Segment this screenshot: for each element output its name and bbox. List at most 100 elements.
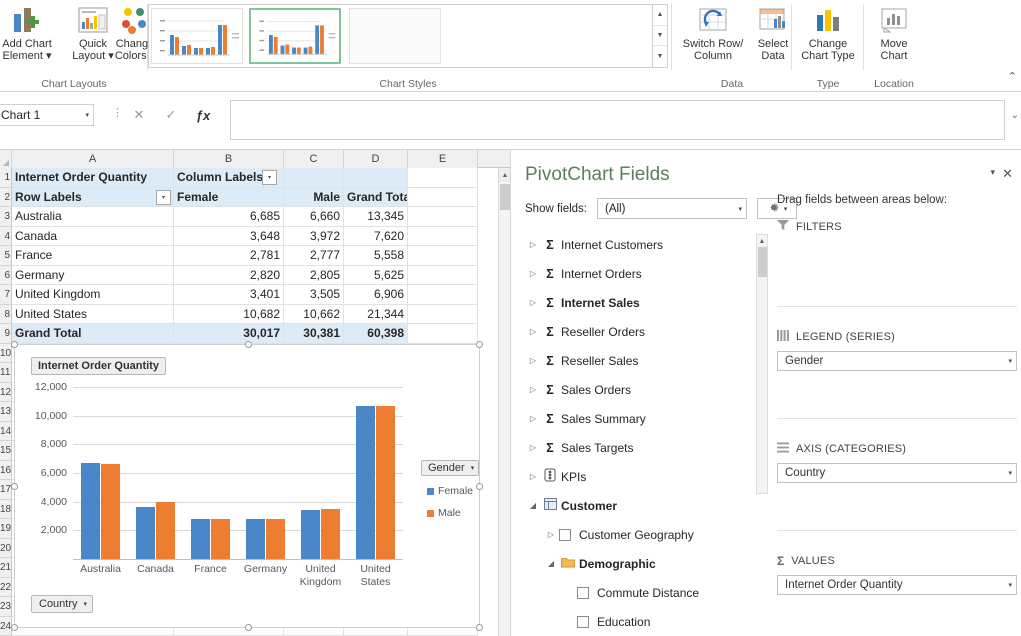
row-header-8[interactable]: 8	[0, 304, 12, 324]
pivotchart-object[interactable]: Internet Order Quantity 2,000 4,000 6,000 8…	[11, 341, 483, 631]
field-list-scroll-up-button[interactable]: ▲	[757, 235, 767, 247]
area-chip-chevron-down-icon[interactable]: ▾	[1008, 357, 1012, 365]
row-header-23[interactable]: 23	[0, 597, 12, 617]
cell-a4-label[interactable]: Canada	[12, 226, 174, 246]
cell-d5-total[interactable]: 5,558	[344, 246, 408, 266]
expand-chevron-icon[interactable]: ▷	[525, 472, 541, 481]
field-checkbox-commute-distance[interactable]	[577, 586, 589, 599]
area-chip-gender[interactable]: Gender ▾	[777, 351, 1017, 371]
chart-style-thumbnail-2-selected[interactable]	[249, 8, 341, 64]
bar-united-kingdom-female[interactable]	[300, 510, 320, 559]
chart-handle-s[interactable]	[245, 624, 252, 631]
cell-e8[interactable]	[408, 304, 478, 324]
area-dropzone-axis[interactable]: Country ▾	[777, 463, 1017, 483]
expand-chevron-icon[interactable]: ▷	[525, 356, 541, 365]
field-checkbox-customer-geography[interactable]	[559, 528, 571, 541]
chart-handle-nw[interactable]	[11, 341, 18, 348]
field-item-internet-orders[interactable]: ▷ Σ Internet Orders	[525, 259, 768, 288]
row-header-21[interactable]: 21	[0, 558, 12, 578]
expand-chevron-icon[interactable]: ▷	[525, 443, 541, 452]
chart-handle-n[interactable]	[245, 341, 252, 348]
row-header-10[interactable]: 10	[0, 343, 12, 363]
add-chart-element-button[interactable]: Add Chart Element ▾	[0, 2, 58, 70]
row-header-4[interactable]: 4	[0, 226, 12, 246]
field-item-sales-targets[interactable]: ▷ Σ Sales Targets	[525, 433, 768, 462]
expand-chevron-icon[interactable]: ▷	[525, 298, 541, 307]
area-axis[interactable]: AXIS (CATEGORIES) Country ▾	[777, 440, 1017, 483]
cell-c6-male[interactable]: 2,805	[284, 265, 344, 285]
chart-styles-scrollbar[interactable]: ▲ ▼ ▼	[652, 5, 667, 67]
bar-united-states-male[interactable]	[375, 406, 395, 559]
column-header-a[interactable]: A	[12, 150, 174, 168]
field-item-internet-customers[interactable]: ▷ Σ Internet Customers	[525, 230, 768, 259]
row-header-20[interactable]: 20	[0, 538, 12, 558]
row-header-6[interactable]: 6	[0, 265, 12, 285]
cell-e3[interactable]	[408, 207, 478, 227]
cell-a2-row-labels[interactable]: Row Labels	[12, 187, 174, 207]
cell-d2-grand-total[interactable]: Grand Total	[344, 187, 408, 207]
cell-a1-value-caption[interactable]: Internet Order Quantity	[12, 168, 174, 188]
cell-e9[interactable]	[408, 324, 478, 344]
cell-d3-total[interactable]: 13,345	[344, 207, 408, 227]
area-chip-chevron-down-icon[interactable]: ▾	[1008, 581, 1012, 589]
cell-e7[interactable]	[408, 285, 478, 305]
field-item-reseller-sales[interactable]: ▷ Σ Reseller Sales	[525, 346, 768, 375]
cell-c7-male[interactable]: 3,505	[284, 285, 344, 305]
area-dropzone-legend[interactable]: Gender ▾	[777, 351, 1017, 371]
expand-chevron-icon[interactable]: ▷	[525, 385, 541, 394]
show-fields-chevron-down-icon[interactable]: ▾	[738, 205, 742, 213]
row-header-11[interactable]: 11	[0, 363, 12, 383]
expand-chevron-icon[interactable]: ◢	[543, 559, 559, 568]
column-header-c[interactable]: C	[284, 150, 344, 168]
expand-chevron-icon[interactable]: ▷	[525, 240, 541, 249]
cell-a8-label[interactable]: United States	[12, 304, 174, 324]
cell-c1[interactable]	[284, 168, 344, 188]
field-item-sales-summary[interactable]: ▷ Σ Sales Summary	[525, 404, 768, 433]
cell-a9-label[interactable]: Grand Total	[12, 324, 174, 344]
cell-b6-female[interactable]: 2,820	[174, 265, 284, 285]
cell-a5-label[interactable]: France	[12, 246, 174, 266]
cell-b2-female[interactable]: Female	[174, 187, 284, 207]
chart-axis-field-button[interactable]: Country ▾	[31, 595, 94, 613]
row-header-2[interactable]: 2	[0, 187, 12, 207]
cell-b7-female[interactable]: 3,401	[174, 285, 284, 305]
move-chart-button[interactable]: Move Chart	[864, 2, 924, 70]
field-item-kpis[interactable]: ▷ KPIs	[525, 462, 768, 491]
expand-chevron-icon[interactable]: ▷	[525, 269, 541, 278]
area-legend[interactable]: LEGEND (SERIES) Gender ▾	[777, 328, 1017, 371]
field-item-customer-geography[interactable]: ▷ Customer Geography	[525, 520, 768, 549]
row-header-1[interactable]: 1	[0, 168, 12, 188]
cell-d8-total[interactable]: 21,344	[344, 304, 408, 324]
column-header-b[interactable]: B	[174, 150, 284, 168]
row-labels-filter-button[interactable]: ▾	[156, 189, 171, 205]
area-chip-chevron-down-icon[interactable]: ▾	[1008, 469, 1012, 477]
cell-c2-male[interactable]: Male	[284, 187, 344, 207]
chart-handle-w[interactable]	[11, 483, 18, 490]
bar-australia-female[interactable]	[80, 463, 100, 559]
bar-australia-male[interactable]	[100, 463, 120, 559]
cell-e2[interactable]	[408, 187, 478, 207]
chart-style-thumbnail-3[interactable]	[349, 8, 441, 64]
chart-plot-area[interactable]: 2,000 4,000 6,000 8,000 10,000 12,000 Australi…	[35, 381, 403, 588]
select-all-corner[interactable]	[0, 150, 12, 168]
cell-c9-male[interactable]: 30,381	[284, 324, 344, 344]
field-checkbox-education[interactable]	[577, 615, 589, 628]
chart-handle-ne[interactable]	[476, 341, 483, 348]
field-item-internet-sales[interactable]: ▷ Σ Internet Sales	[525, 288, 768, 317]
field-list[interactable]: ▷ Σ Internet Customers ▷ Σ Internet Orders ▷ Σ I…	[525, 230, 768, 630]
row-header-5[interactable]: 5	[0, 246, 12, 266]
gallery-scroll-down-button[interactable]: ▼	[653, 26, 667, 47]
worksheet-scroll-up-button[interactable]: ▲	[499, 168, 510, 182]
cell-b9-female[interactable]: 30,017	[174, 324, 284, 344]
area-values[interactable]: Σ VALUES Internet Order Quantity ▾	[777, 552, 1017, 595]
bar-canada-male[interactable]	[155, 502, 175, 559]
gallery-scroll-up-button[interactable]: ▲	[653, 5, 667, 26]
cell-e5[interactable]	[408, 246, 478, 266]
row-header-7[interactable]: 7	[0, 285, 12, 305]
cell-b3-female[interactable]: 6,685	[174, 207, 284, 227]
expand-chevron-icon[interactable]: ▷	[525, 327, 541, 336]
cell-e4[interactable]	[408, 226, 478, 246]
cell-a6-label[interactable]: Germany	[12, 265, 174, 285]
row-header-22[interactable]: 22	[0, 577, 12, 597]
area-dropzone-values[interactable]: Internet Order Quantity ▾	[777, 575, 1017, 595]
